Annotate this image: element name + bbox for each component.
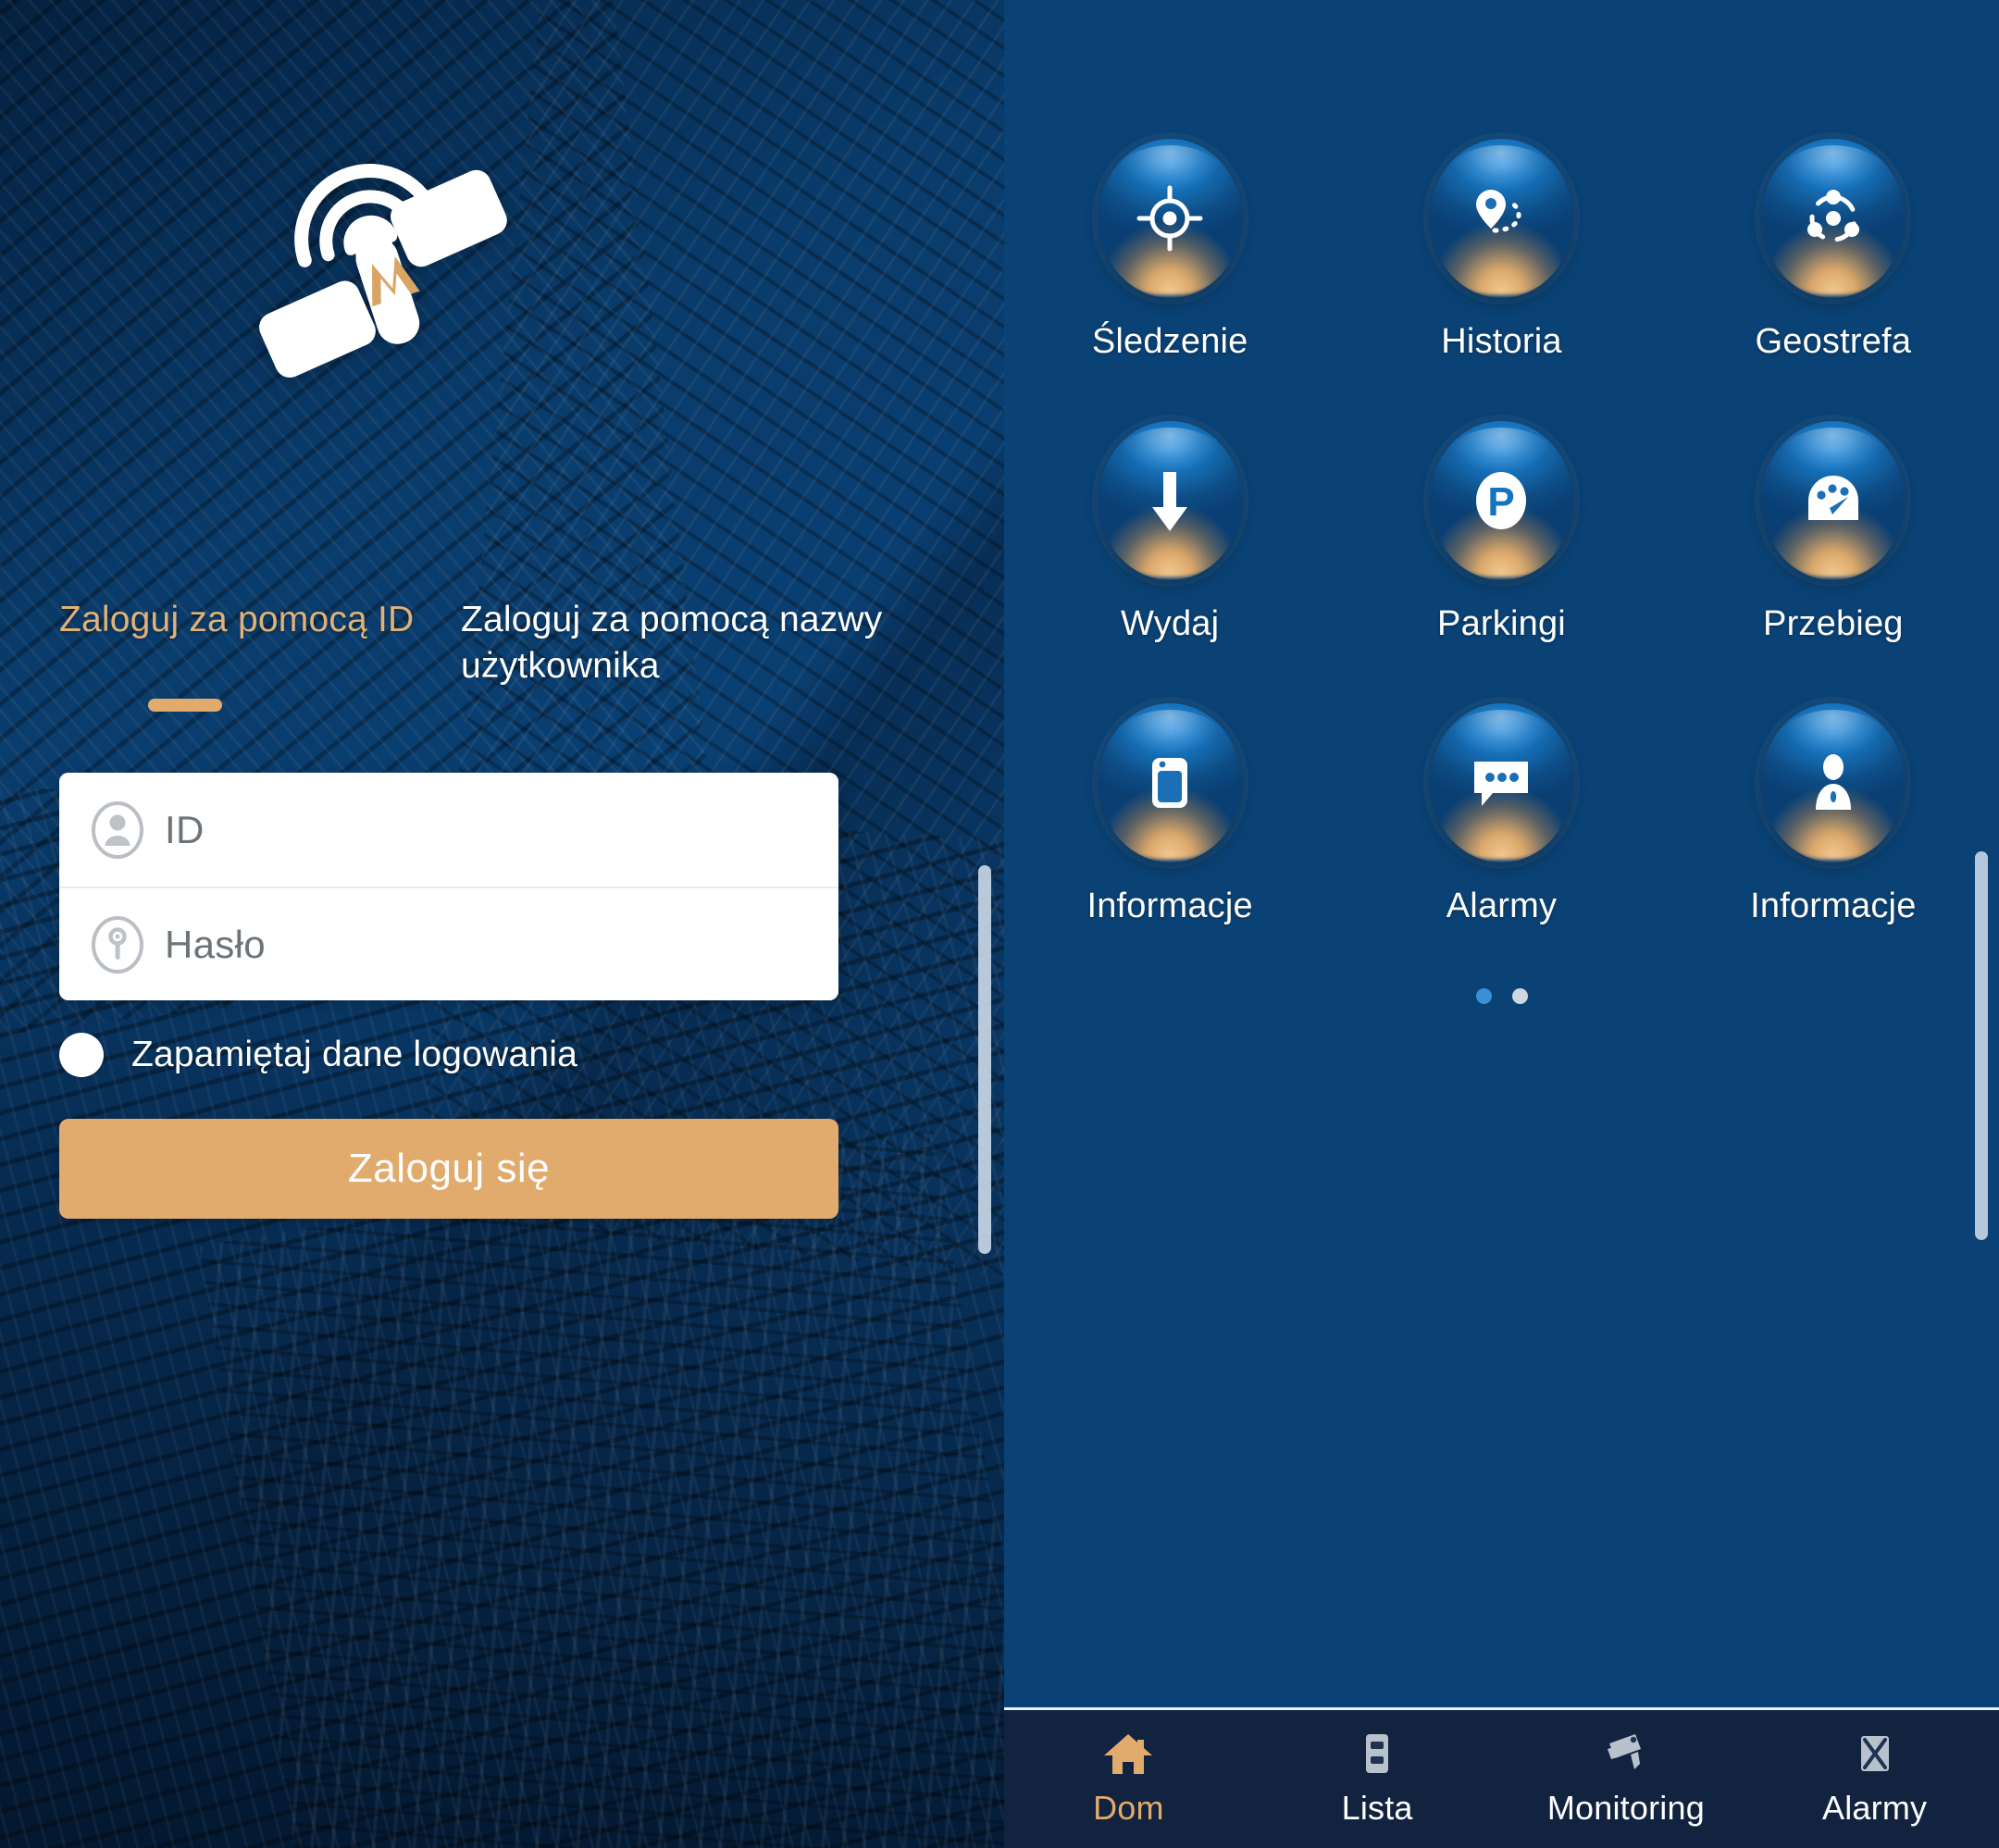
tile-orb [1098,703,1242,862]
tile-orb [1761,703,1906,862]
nav-label: Dom [1093,1789,1164,1827]
login-submit-button[interactable]: Zaloguj się [59,1119,838,1219]
camera-icon [1600,1730,1652,1777]
satellite-signal-logo-icon [211,80,553,385]
tile-przebieg[interactable]: Przebieg [1668,421,1999,644]
nav-item-alarmy[interactable]: Alarmy [1750,1730,1999,1828]
device-card-icon [1136,749,1204,817]
person-silhouette-icon [1799,749,1868,817]
login-panel-scrollbar[interactable] [978,865,991,1254]
crosshair-target-icon [1136,184,1204,253]
tile-label: Wydaj [1121,604,1220,643]
user-circle-icon [89,800,146,859]
password-field-row[interactable]: Hasło [59,887,838,1000]
svg-text:P: P [1488,479,1515,525]
speedometer-icon [1799,466,1868,535]
tile-informacje-device[interactable]: Informacje [1004,703,1335,926]
list-icon [1351,1730,1403,1777]
home-icon [1102,1730,1154,1777]
id-field-row[interactable]: ID [59,773,838,887]
login-panel: Zaloguj za pomocą ID Zaloguj za pomocą n… [0,0,1004,1848]
remember-credentials-checkbox[interactable] [59,1033,104,1077]
bottom-navigation-bar: Dom Lista Monitoring Alarmy [1004,1707,1999,1848]
speech-bubble-dots-icon [1467,749,1535,817]
app-screen: Zaloguj za pomocą ID Zaloguj za pomocą n… [0,0,1999,1848]
page-indicator [1004,988,1999,1004]
tile-label: Parkingi [1437,604,1566,643]
parking-p-icon: P [1467,466,1535,535]
login-form-card: ID Hasło [59,773,838,1000]
tile-label: Historia [1441,322,1562,361]
tile-orb [1761,139,1906,298]
nav-label: Alarmy [1822,1789,1928,1827]
tile-orb [1098,421,1242,580]
nav-item-monitoring[interactable]: Monitoring [1502,1730,1751,1828]
tile-label: Przebieg [1763,604,1904,643]
tile-informacje-user[interactable]: Informacje [1668,703,1999,926]
nav-item-dom[interactable]: Dom [1004,1730,1253,1828]
tile-label: Alarmy [1446,887,1558,925]
dashboard-panel-scrollbar[interactable] [1975,851,1988,1240]
active-tab-underline [148,699,222,712]
nav-label: Monitoring [1546,1789,1705,1827]
tile-alarmy[interactable]: Alarmy [1335,703,1667,926]
tile-label: Informacje [1750,887,1917,925]
map-pin-trail-icon [1467,184,1535,253]
feature-tile-grid: Śledzenie Historia Geostrefa Wydaj P Par… [1004,139,1999,926]
tab-login-by-id[interactable]: Zaloguj za pomocą ID [59,597,439,643]
tile-orb [1761,421,1906,580]
tile-orb: P [1429,421,1573,580]
tile-label: Śledzenie [1091,322,1248,361]
password-input[interactable]: Hasło [165,923,266,967]
tile-label: Informacje [1086,887,1253,925]
remember-credentials-row[interactable]: Zapamiętaj dane logowania [59,1023,838,1087]
envelope-x-icon [1849,1730,1901,1777]
nav-label: Lista [1341,1789,1413,1827]
tile-label: Geostrefa [1755,322,1912,361]
page-dot-1[interactable] [1475,988,1492,1004]
tile-orb [1429,703,1573,862]
tile-geostrefa[interactable]: Geostrefa [1668,139,1999,362]
tile-wydaj[interactable]: Wydaj [1004,421,1335,644]
tile-orb [1098,139,1242,298]
remember-credentials-label: Zapamiętaj dane logowania [131,1035,577,1074]
dashboard-panel: Śledzenie Historia Geostrefa Wydaj P Par… [1004,0,1999,1848]
auth-tabs: Zaloguj za pomocą ID Zaloguj za pomocą n… [0,597,1004,708]
nav-item-lista[interactable]: Lista [1253,1730,1502,1828]
tile-parkingi[interactable]: P Parkingi [1335,421,1667,644]
tile-sledzenie[interactable]: Śledzenie [1004,139,1335,362]
skyscraper-background-lower-2 [199,1129,1004,1848]
tab-login-by-username[interactable]: Zaloguj za pomocą nazwy użytkownika [461,597,933,689]
id-input[interactable]: ID [165,808,205,852]
page-dot-2[interactable] [1511,988,1528,1004]
tile-orb [1429,139,1573,298]
key-circle-icon [89,915,146,974]
geofence-nodes-icon [1799,184,1868,253]
arrow-down-icon [1136,466,1204,535]
tile-historia[interactable]: Historia [1335,139,1667,362]
